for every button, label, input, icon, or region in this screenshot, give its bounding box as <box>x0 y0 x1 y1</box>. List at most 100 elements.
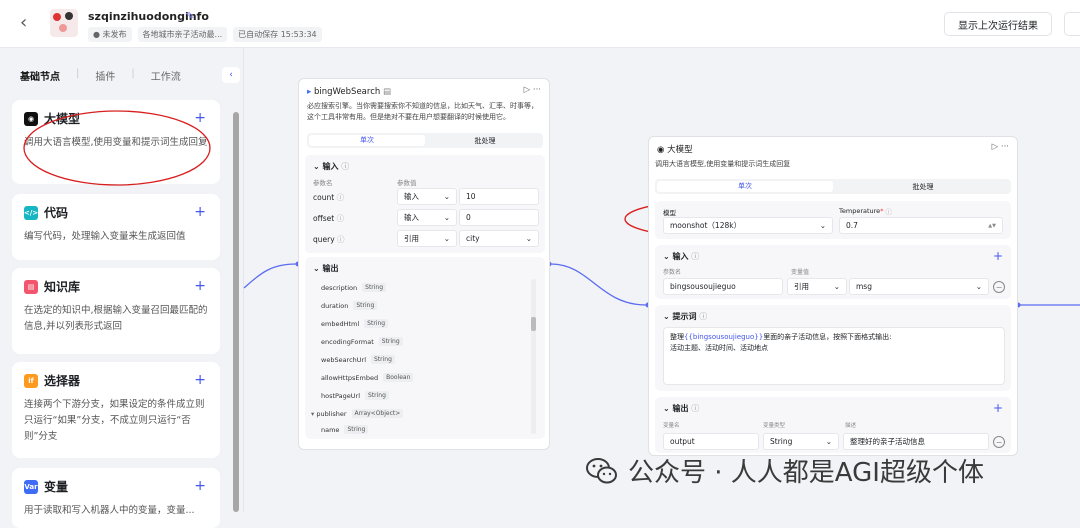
input-label: 输入 <box>322 162 339 171</box>
caret-down-icon[interactable]: ▾ <box>311 410 314 418</box>
prompt-text: 里面的亲子活动信息，按照下面格式输出: <box>763 333 892 341</box>
node-actions[interactable]: ▷ ··· <box>524 85 541 95</box>
input-mode-text: 引用 <box>794 282 809 291</box>
temperature-label: Temperature * ⓘ <box>839 206 892 216</box>
chevron-down-icon: ⌄ <box>975 282 982 291</box>
output-type-tag: String <box>353 301 378 310</box>
remove-output-icon[interactable]: − <box>993 436 1005 448</box>
output-name: publisher <box>316 409 347 418</box>
node-header: ▸ bingWebSearch ▤ <box>307 87 391 97</box>
param-mode-select[interactable]: 输入 ⌄ <box>397 188 457 205</box>
llm-node[interactable]: ◉ 大模型 ▷ ··· 调用大语言模型,使用变量和提示词生成回复 单次 批处理 … <box>648 136 1018 456</box>
col-header: 描述 <box>845 423 857 429</box>
stepper-icon[interactable]: ▲▼ <box>988 223 996 229</box>
chevron-down-icon: ⌄ <box>443 192 450 201</box>
chevron-down-icon: ⌄ <box>833 282 840 291</box>
info-icon: ⓘ <box>691 252 700 261</box>
param-value-input[interactable]: 10 <box>459 188 539 205</box>
output-type-select[interactable]: String ⌄ <box>763 433 839 450</box>
param-name-text: query <box>313 235 335 244</box>
model-label: 模型 <box>663 209 676 217</box>
output-name-field[interactable]: output <box>663 433 759 450</box>
output-field: webSearchUrl String <box>321 355 395 364</box>
chevron-down-icon: ⌄ <box>825 437 832 446</box>
output-name: encodingFormat <box>321 337 374 346</box>
prompt-textarea[interactable]: 整理{{bingsousoujieguo}}里面的亲子活动信息，按照下面格式输出… <box>663 327 1005 385</box>
output-type-tag: String <box>364 319 389 328</box>
section-label: ⌄ 提示词 ⓘ <box>663 312 708 321</box>
input-mode-select[interactable]: 引用 ⌄ <box>787 278 847 295</box>
param-name: query ⓘ <box>313 234 345 245</box>
output-type-tag: Boolean <box>383 373 414 382</box>
node-actions[interactable]: ▷ ··· <box>992 142 1009 152</box>
output-scrollbar[interactable] <box>531 279 536 434</box>
tab-single[interactable]: 单次 <box>657 181 833 192</box>
output-label: 输出 <box>322 264 339 273</box>
scroll-thumb[interactable] <box>531 317 536 331</box>
node-desc: 调用大语言模型,使用变量和提示词生成回复 <box>655 160 791 168</box>
edge-line <box>550 263 647 306</box>
prompt-text: 整理 <box>670 333 684 341</box>
output-type-text: String <box>770 437 793 446</box>
input-name-field[interactable]: bingsousoujieguo <box>663 278 783 295</box>
output-name: description <box>321 283 358 292</box>
node-title: 大模型 <box>667 145 693 155</box>
input-value-select[interactable]: msg ⌄ <box>849 278 989 295</box>
info-icon: ⓘ <box>699 312 708 321</box>
output-name: hostPageUrl <box>321 391 361 400</box>
param-mode-select[interactable]: 输入 ⌄ <box>397 209 457 226</box>
col-header: 变量名 <box>663 423 680 429</box>
add-output-icon[interactable]: + <box>993 401 1003 415</box>
add-input-icon[interactable]: + <box>993 249 1003 263</box>
doc-icon: ▤ <box>382 87 391 97</box>
watermark-text: 公众号 · 人人都是AGI超级个体 <box>628 458 984 488</box>
prompt-section: ⌄ 提示词 ⓘ 整理{{bingsousoujieguo}}里面的亲子活动信息，… <box>655 305 1011 391</box>
temperature-label-text: Temperature <box>839 207 881 215</box>
bing-search-node[interactable]: ▸ bingWebSearch ▤ ▷ ··· 必应搜索引擎。当你需要搜索你不知… <box>298 78 550 450</box>
tab-batch[interactable]: 批处理 <box>427 136 543 146</box>
output-field: duration String <box>321 301 378 310</box>
output-type-tag: String <box>362 283 387 292</box>
param-value-select[interactable]: city ⌄ <box>459 230 539 247</box>
param-name: count ⓘ <box>313 192 344 203</box>
llm-icon: ◉ <box>657 145 665 155</box>
output-desc-field[interactable]: 整理好的亲子活动信息 <box>843 433 989 450</box>
required-mark: * <box>880 207 884 215</box>
model-section: 模型 moonshot（128k） ⌄ Temperature * ⓘ 0.7 ▲▼ <box>655 201 1011 239</box>
model-select[interactable]: moonshot（128k） ⌄ <box>663 217 833 234</box>
param-mode-text: 输入 <box>404 192 419 201</box>
output-section: ⌄ 输出 ⓘ + 变量名 变量类型 描述 output String ⌄ 整理好的… <box>655 397 1011 453</box>
section-label: ⌄ 输出 ⓘ <box>663 404 700 413</box>
chevron-down-icon: ⌄ <box>819 221 826 230</box>
output-label: 输出 <box>672 404 689 413</box>
output-field: ▾ publisher Array<Object> <box>311 409 404 418</box>
tab-single[interactable]: 单次 <box>309 135 425 146</box>
bing-icon: ▸ <box>307 87 312 97</box>
param-name-text: offset <box>313 214 335 223</box>
info-icon: ⓘ <box>336 193 345 202</box>
info-icon: ⓘ <box>337 235 345 244</box>
temperature-input[interactable]: 0.7 ▲▼ <box>839 217 1003 234</box>
prompt-label: 提示词 <box>672 312 697 321</box>
run-mode-tabs: 单次 批处理 <box>307 133 543 148</box>
edge-line <box>243 263 297 289</box>
col-value-header: 参数值 <box>397 179 417 187</box>
param-mode-select[interactable]: 引用 ⌄ <box>397 230 457 247</box>
param-name: offset ⓘ <box>313 213 344 224</box>
tab-batch[interactable]: 批处理 <box>835 182 1011 192</box>
output-field: name String <box>321 425 369 434</box>
col-name-header: 参数名 <box>313 179 333 187</box>
param-value-input[interactable]: 0 <box>459 209 539 226</box>
output-name: name <box>321 425 340 434</box>
section-label: ⌄ 输入 ⓘ <box>663 252 700 261</box>
prompt-variable-ref: {{bingsousoujieguo}} <box>684 333 764 341</box>
wechat-icon <box>586 457 617 483</box>
node-title: bingWebSearch <box>313 87 381 97</box>
prompt-text: 活动主题、活动时间、活动地点 <box>670 344 768 352</box>
output-type-tag: String <box>344 425 369 434</box>
output-name: embedHtml <box>321 319 360 328</box>
chevron-down-icon: ⌄ <box>525 234 532 243</box>
remove-input-icon[interactable]: − <box>993 281 1005 293</box>
run-mode-tabs: 单次 批处理 <box>655 179 1011 194</box>
param-mode-text: 引用 <box>404 234 419 243</box>
